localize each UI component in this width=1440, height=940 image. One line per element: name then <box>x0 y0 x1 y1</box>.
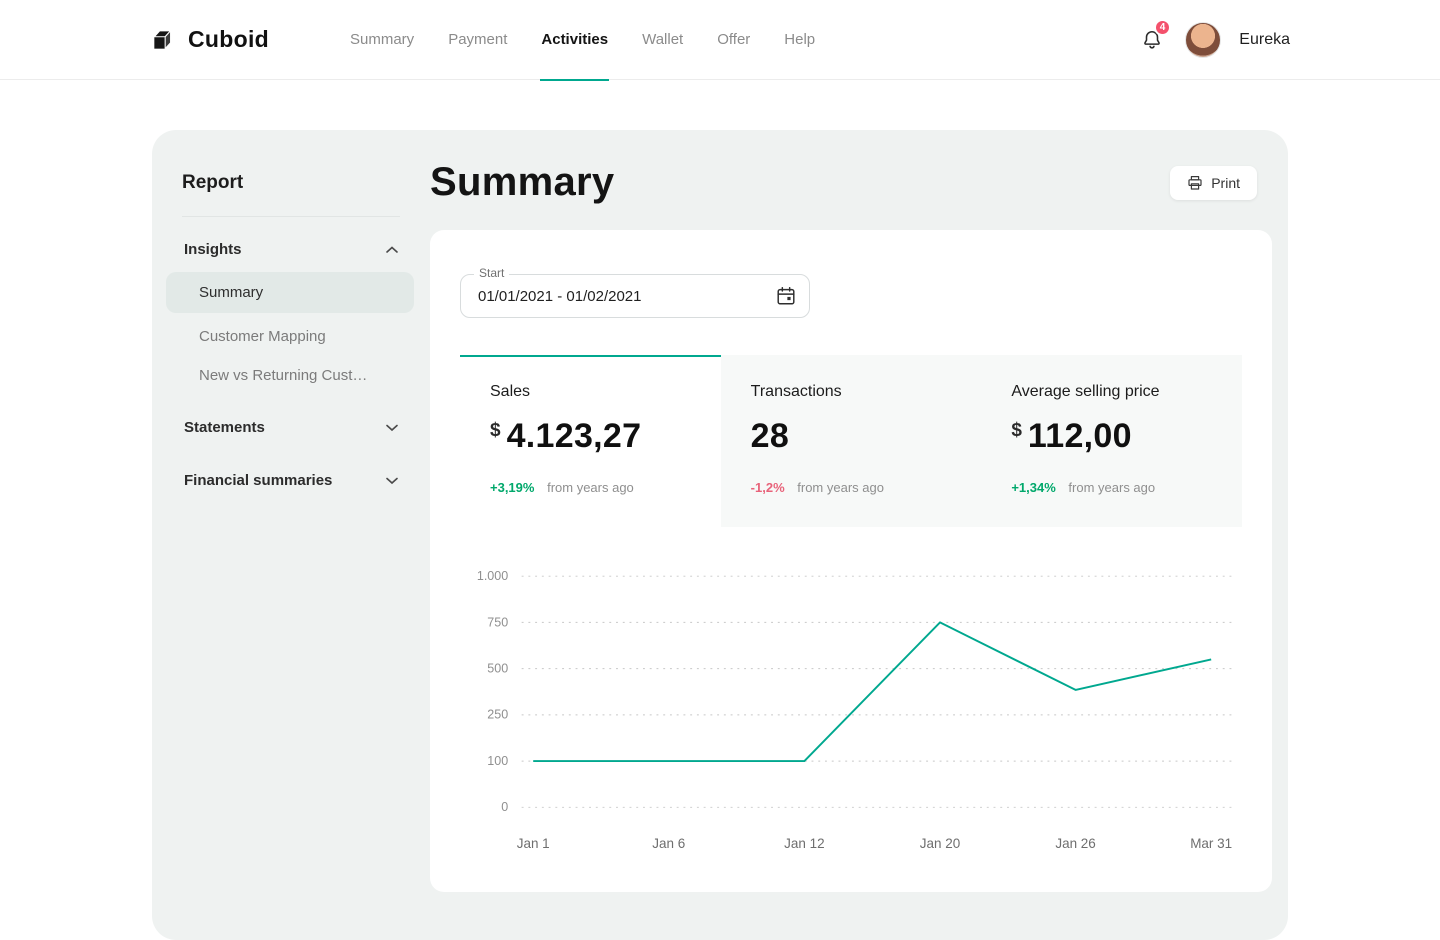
brand-name: Cuboid <box>188 26 269 53</box>
user-name: Eureka <box>1239 31 1290 49</box>
svg-text:100: 100 <box>487 754 508 768</box>
stat-delta-row: +3,19% from years ago <box>490 480 691 495</box>
sidebar-section-label: Statements <box>184 419 265 436</box>
calendar-icon[interactable] <box>775 285 797 307</box>
header-right: 4 Eureka <box>1137 22 1290 58</box>
sidebar-section-label: Financial summaries <box>184 472 332 489</box>
currency-symbol: $ <box>1011 420 1022 442</box>
main-nav: Summary Payment Activities Wallet Offer … <box>333 0 832 80</box>
svg-text:Jan 1: Jan 1 <box>517 836 550 851</box>
currency-symbol: $ <box>490 420 501 442</box>
stat-delta: -1,2% <box>751 480 785 495</box>
svg-text:750: 750 <box>487 615 508 629</box>
stat-label: Average selling price <box>1011 383 1212 401</box>
svg-text:250: 250 <box>487 708 508 722</box>
stat-transactions[interactable]: Transactions 28 -1,2% from years ago <box>721 355 982 527</box>
main-header: Summary Print <box>430 160 1272 205</box>
cuboid-logo-icon <box>150 27 176 53</box>
notifications-button[interactable]: 4 <box>1137 25 1167 55</box>
page-title: Summary <box>430 160 614 205</box>
nav-activities[interactable]: Activities <box>540 0 609 80</box>
summary-card: Start Sales $ 4.123,27 <box>430 230 1272 892</box>
svg-text:Jan 20: Jan 20 <box>920 836 960 851</box>
line-chart-svg: 0 100 250 500 750 1.000 Jan 1 Jan 6 Jan 12 Jan 20… <box>460 555 1242 857</box>
top-bar: Cuboid Summary Payment Activities Wallet… <box>0 0 1440 80</box>
stat-label: Transactions <box>751 383 952 401</box>
sidebar-item-customer-mapping[interactable]: Customer Mapping <box>182 317 400 356</box>
svg-text:0: 0 <box>501 800 508 814</box>
stat-note: from years ago <box>547 480 634 495</box>
svg-text:Jan 26: Jan 26 <box>1055 836 1095 851</box>
sidebar-section-financial-summaries[interactable]: Financial summaries <box>182 460 400 501</box>
print-button[interactable]: Print <box>1170 166 1257 200</box>
stat-value-row: $ 112,00 <box>1011 417 1212 456</box>
date-field-label: Start <box>474 266 509 280</box>
stat-value: 28 <box>751 417 789 456</box>
sidebar-item-summary[interactable]: Summary <box>166 272 414 313</box>
avatar[interactable] <box>1185 22 1221 58</box>
stat-delta: +3,19% <box>490 480 534 495</box>
svg-text:Mar 31: Mar 31 <box>1190 836 1232 851</box>
svg-text:Jan 12: Jan 12 <box>784 836 824 851</box>
stat-value: 112,00 <box>1028 417 1132 456</box>
stat-value-row: 28 <box>751 417 952 456</box>
sales-line-chart: 0 100 250 500 750 1.000 Jan 1 Jan 6 Jan 12 Jan 20… <box>460 555 1242 857</box>
report-sidebar: Report Insights Summary Customer Mapping… <box>152 130 430 940</box>
sidebar-section-insights[interactable]: Insights <box>182 229 400 270</box>
report-panel: Report Insights Summary Customer Mapping… <box>152 130 1288 940</box>
report-main: Summary Print Start <box>430 130 1288 940</box>
sidebar-section-label: Insights <box>184 241 242 258</box>
stat-note: from years ago <box>1068 480 1155 495</box>
sidebar-group-insights: Insights Summary Customer Mapping New vs… <box>182 229 400 395</box>
brand-logo[interactable]: Cuboid <box>150 26 269 53</box>
stat-average-selling-price[interactable]: Average selling price $ 112,00 +1,34% fr… <box>981 355 1242 527</box>
stat-note: from years ago <box>797 480 884 495</box>
date-range-input[interactable] <box>460 274 810 318</box>
chevron-down-icon <box>386 477 398 485</box>
chevron-down-icon <box>386 424 398 432</box>
stat-delta-row: +1,34% from years ago <box>1011 480 1212 495</box>
nav-help[interactable]: Help <box>783 0 816 80</box>
sidebar-item-new-vs-returning[interactable]: New vs Returning Cust… <box>182 356 400 395</box>
stat-value-row: $ 4.123,27 <box>490 417 691 456</box>
date-range-field: Start <box>460 274 810 318</box>
nav-offer[interactable]: Offer <box>716 0 751 80</box>
stats-row: Sales $ 4.123,27 +3,19% from years ago T… <box>460 355 1242 527</box>
printer-icon <box>1187 175 1203 191</box>
sidebar-group-statements: Statements <box>182 407 400 448</box>
sidebar-group-financial: Financial summaries <box>182 460 400 501</box>
svg-text:1.000: 1.000 <box>477 569 508 583</box>
chevron-up-icon <box>386 246 398 254</box>
svg-text:500: 500 <box>487 661 508 675</box>
notification-badge: 4 <box>1154 19 1172 36</box>
nav-wallet[interactable]: Wallet <box>641 0 684 80</box>
sidebar-section-statements[interactable]: Statements <box>182 407 400 448</box>
stat-sales[interactable]: Sales $ 4.123,27 +3,19% from years ago <box>460 355 721 527</box>
print-label: Print <box>1211 175 1240 191</box>
nav-payment[interactable]: Payment <box>447 0 508 80</box>
stat-delta: +1,34% <box>1011 480 1055 495</box>
svg-text:Jan 6: Jan 6 <box>652 836 685 851</box>
sidebar-title: Report <box>182 172 400 217</box>
stat-delta-row: -1,2% from years ago <box>751 480 952 495</box>
nav-summary[interactable]: Summary <box>349 0 415 80</box>
stat-value: 4.123,27 <box>507 417 642 456</box>
stat-label: Sales <box>490 383 691 401</box>
